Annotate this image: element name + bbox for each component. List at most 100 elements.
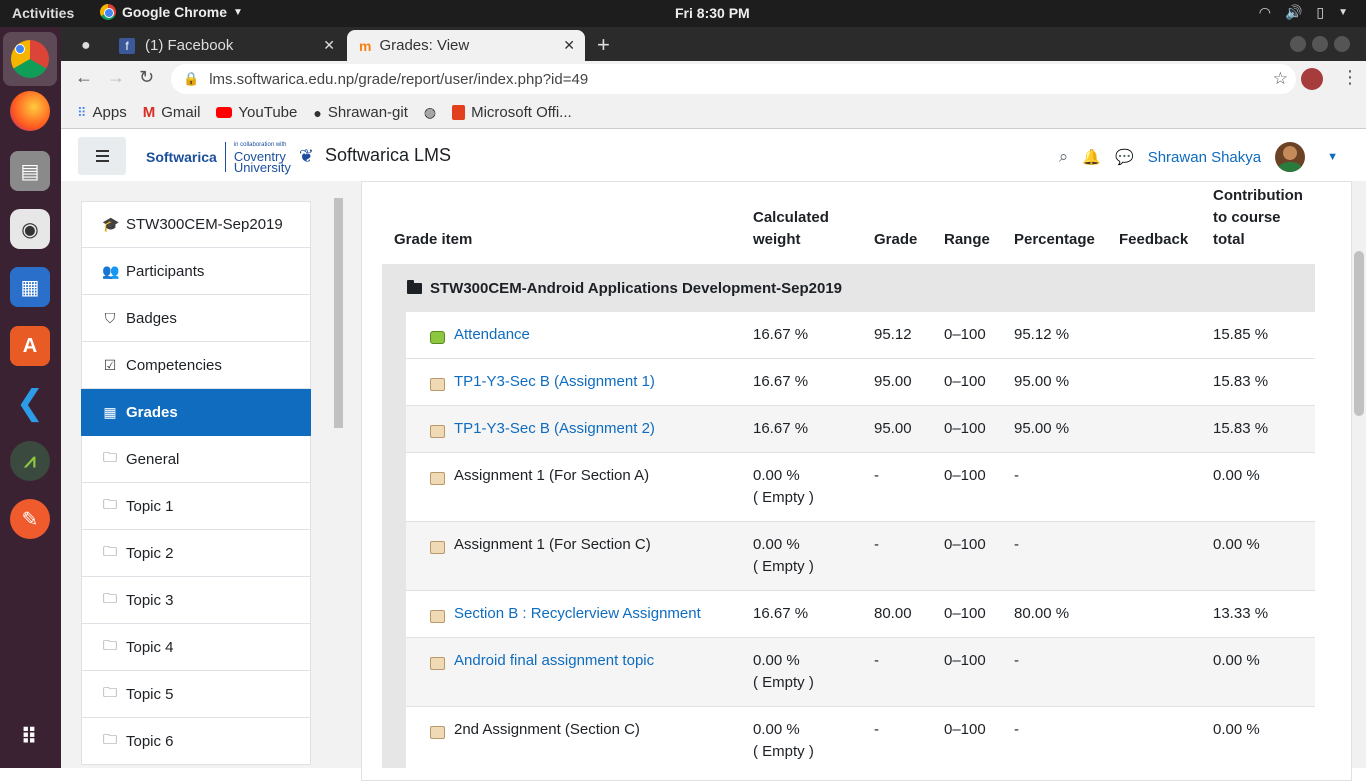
- reload-button[interactable]: ↻: [139, 67, 154, 88]
- window-controls[interactable]: [1290, 36, 1350, 52]
- header-contribution[interactable]: Contribution to course total: [1213, 185, 1303, 251]
- grid-icon: ⠿: [20, 724, 40, 749]
- bookmark-globe[interactable]: ◍: [424, 104, 436, 121]
- user-name[interactable]: Shrawan Shakya: [1148, 149, 1261, 166]
- file-cabinet-icon: ▤: [20, 160, 40, 183]
- drawer-item-topic-3[interactable]: 🗀 Topic 3: [81, 577, 311, 624]
- caret-down-icon[interactable]: ▼: [1327, 151, 1338, 163]
- minimize-icon[interactable]: [1290, 36, 1306, 52]
- show-applications-button[interactable]: ⠿: [10, 717, 50, 757]
- drawer-item-topic-5[interactable]: 🗀 Topic 5: [81, 671, 311, 718]
- facebook-icon: f: [119, 37, 135, 54]
- menu-icon[interactable]: ⋮: [1341, 67, 1359, 88]
- header-grade-item[interactable]: Grade item: [394, 229, 472, 251]
- messages-icon[interactable]: 💬: [1115, 148, 1134, 166]
- tab-grades[interactable]: m Grades: View ✕: [347, 30, 585, 61]
- drawer-item-topic-4[interactable]: 🗀 Topic 4: [81, 624, 311, 671]
- search-icon[interactable]: ⌕: [1059, 147, 1069, 167]
- profile-avatar[interactable]: [1301, 68, 1323, 90]
- maximize-icon[interactable]: [1312, 36, 1328, 52]
- url-text: lms.softwarica.edu.np/grade/report/user/…: [209, 70, 589, 88]
- tab-facebook[interactable]: f (1) Facebook ✕: [113, 30, 345, 61]
- close-tab-icon[interactable]: ✕: [563, 37, 575, 54]
- grade-item-link[interactable]: Section B : Recyclerview Assignment: [454, 603, 701, 625]
- drawer-item-participants[interactable]: 👥 Participants: [81, 248, 311, 295]
- drawer-item-label: Grades: [126, 403, 178, 421]
- cell-contribution: 0.00 %: [1213, 721, 1260, 738]
- drawer-item-topic-1[interactable]: 🗀 Topic 1: [81, 483, 311, 530]
- folder-icon: 🗀: [103, 543, 117, 559]
- weight-value: 0.00 %: [753, 536, 800, 553]
- cell-contribution: 15.85 %: [1213, 326, 1269, 343]
- new-tab-button[interactable]: +: [597, 32, 610, 58]
- cell-percentage: 95.00 %: [1014, 373, 1070, 390]
- system-tray[interactable]: ◠ 🔊 ▯ ▼: [1259, 4, 1348, 21]
- page-scrollbar[interactable]: [1352, 181, 1366, 768]
- grade-row-recyclerview: Section B : Recyclerview Assignment 16.6…: [406, 591, 1315, 638]
- address-bar[interactable]: 🔒 lms.softwarica.edu.np/grade/report/use…: [171, 64, 1296, 94]
- cell-weight: 0.00 % ( Empty ): [753, 534, 814, 578]
- drawer-scrollbar[interactable]: [334, 186, 343, 768]
- drawer-item-topic-6[interactable]: 🗀 Topic 6: [81, 718, 311, 765]
- star-icon[interactable]: ☆: [1273, 69, 1288, 89]
- header-line: to course: [1213, 209, 1281, 226]
- close-window-icon[interactable]: [1334, 36, 1350, 52]
- page-scrollbar-thumb[interactable]: [1354, 251, 1364, 416]
- users-icon: 👥: [102, 262, 120, 279]
- grade-item-link[interactable]: TP1-Y3-Sec B (Assignment 2): [454, 418, 655, 440]
- dock-chrome[interactable]: [3, 32, 57, 86]
- cell-percentage: 80.00 %: [1014, 605, 1070, 622]
- header-grade[interactable]: Grade: [874, 229, 917, 251]
- bookmark-gmail[interactable]: M Gmail: [143, 104, 201, 121]
- dock-files[interactable]: ▤: [10, 151, 50, 191]
- site-logo[interactable]: Softwarica in collaboration with Coventr…: [146, 140, 314, 174]
- grade-item-link[interactable]: Attendance: [454, 324, 530, 346]
- drawer-item-general[interactable]: 🗀 General: [81, 436, 311, 483]
- bookmark-office[interactable]: Microsoft Offi...: [452, 104, 572, 121]
- cell-grade: -: [874, 652, 879, 669]
- moodle-icon: m: [359, 37, 372, 54]
- bell-icon[interactable]: 🔔: [1082, 148, 1101, 166]
- dock-postman[interactable]: ✎: [10, 499, 50, 539]
- header-percentage[interactable]: Percentage: [1014, 229, 1095, 251]
- tab-github[interactable]: ●: [71, 30, 111, 61]
- grade-item-link[interactable]: TP1-Y3-Sec B (Assignment 1): [454, 371, 655, 393]
- dock-rhythmbox[interactable]: ◉: [10, 209, 50, 249]
- header-feedback[interactable]: Feedback: [1119, 229, 1188, 251]
- drawer-scrollbar-thumb[interactable]: [334, 198, 343, 428]
- close-tab-icon[interactable]: ✕: [323, 37, 335, 54]
- wifi-icon: ◠: [1258, 4, 1271, 20]
- user-avatar[interactable]: [1275, 142, 1306, 172]
- logo-divider: [224, 141, 226, 172]
- cell-range: 0–100: [944, 605, 986, 622]
- header-range[interactable]: Range: [944, 229, 990, 251]
- grade-item-name: Assignment 1 (For Section A): [454, 467, 650, 484]
- attendance-icon: [430, 331, 445, 344]
- grade-item-link[interactable]: Android final assignment topic: [454, 650, 654, 672]
- header-line: weight: [753, 231, 801, 248]
- dock-software[interactable]: A: [10, 326, 50, 366]
- drawer-item-course[interactable]: 🎓 STW300CEM-Sep2019: [81, 201, 311, 248]
- drawer-item-badges[interactable]: ⛉ Badges: [81, 295, 311, 342]
- bookmark-apps[interactable]: ⠿ Apps: [77, 104, 127, 121]
- dock-vscode[interactable]: ❮: [10, 383, 50, 423]
- back-button[interactable]: ←: [75, 67, 93, 88]
- bookmark-youtube[interactable]: YouTube: [216, 104, 297, 121]
- drawer-toggle-button[interactable]: [78, 137, 126, 175]
- forward-button[interactable]: →: [107, 67, 125, 88]
- drawer-item-topic-2[interactable]: 🗀 Topic 2: [81, 530, 311, 577]
- clock[interactable]: Fri 8:30 PM: [675, 5, 750, 21]
- dock-writer[interactable]: ▦: [10, 267, 50, 307]
- activities-button[interactable]: Activities: [12, 5, 74, 21]
- header-calculated-weight[interactable]: Calculated weight: [753, 207, 829, 251]
- cell-range: 0–100: [944, 467, 986, 484]
- dock-android-studio[interactable]: ⩘: [10, 441, 50, 481]
- app-menu[interactable]: Google Chrome ▼: [100, 4, 243, 20]
- drawer-item-grades[interactable]: ▦ Grades: [81, 389, 311, 436]
- caret-down-icon: ▼: [1338, 7, 1348, 18]
- site-name[interactable]: Softwarica LMS: [325, 145, 451, 166]
- dock-firefox[interactable]: [10, 91, 50, 131]
- drawer-item-competencies[interactable]: ☑ Competencies: [81, 342, 311, 389]
- bookmark-github[interactable]: ● Shrawan-git: [313, 104, 408, 121]
- dock: ▤ ◉ ▦ A ❮ ⩘ ✎ ⠿: [0, 27, 61, 768]
